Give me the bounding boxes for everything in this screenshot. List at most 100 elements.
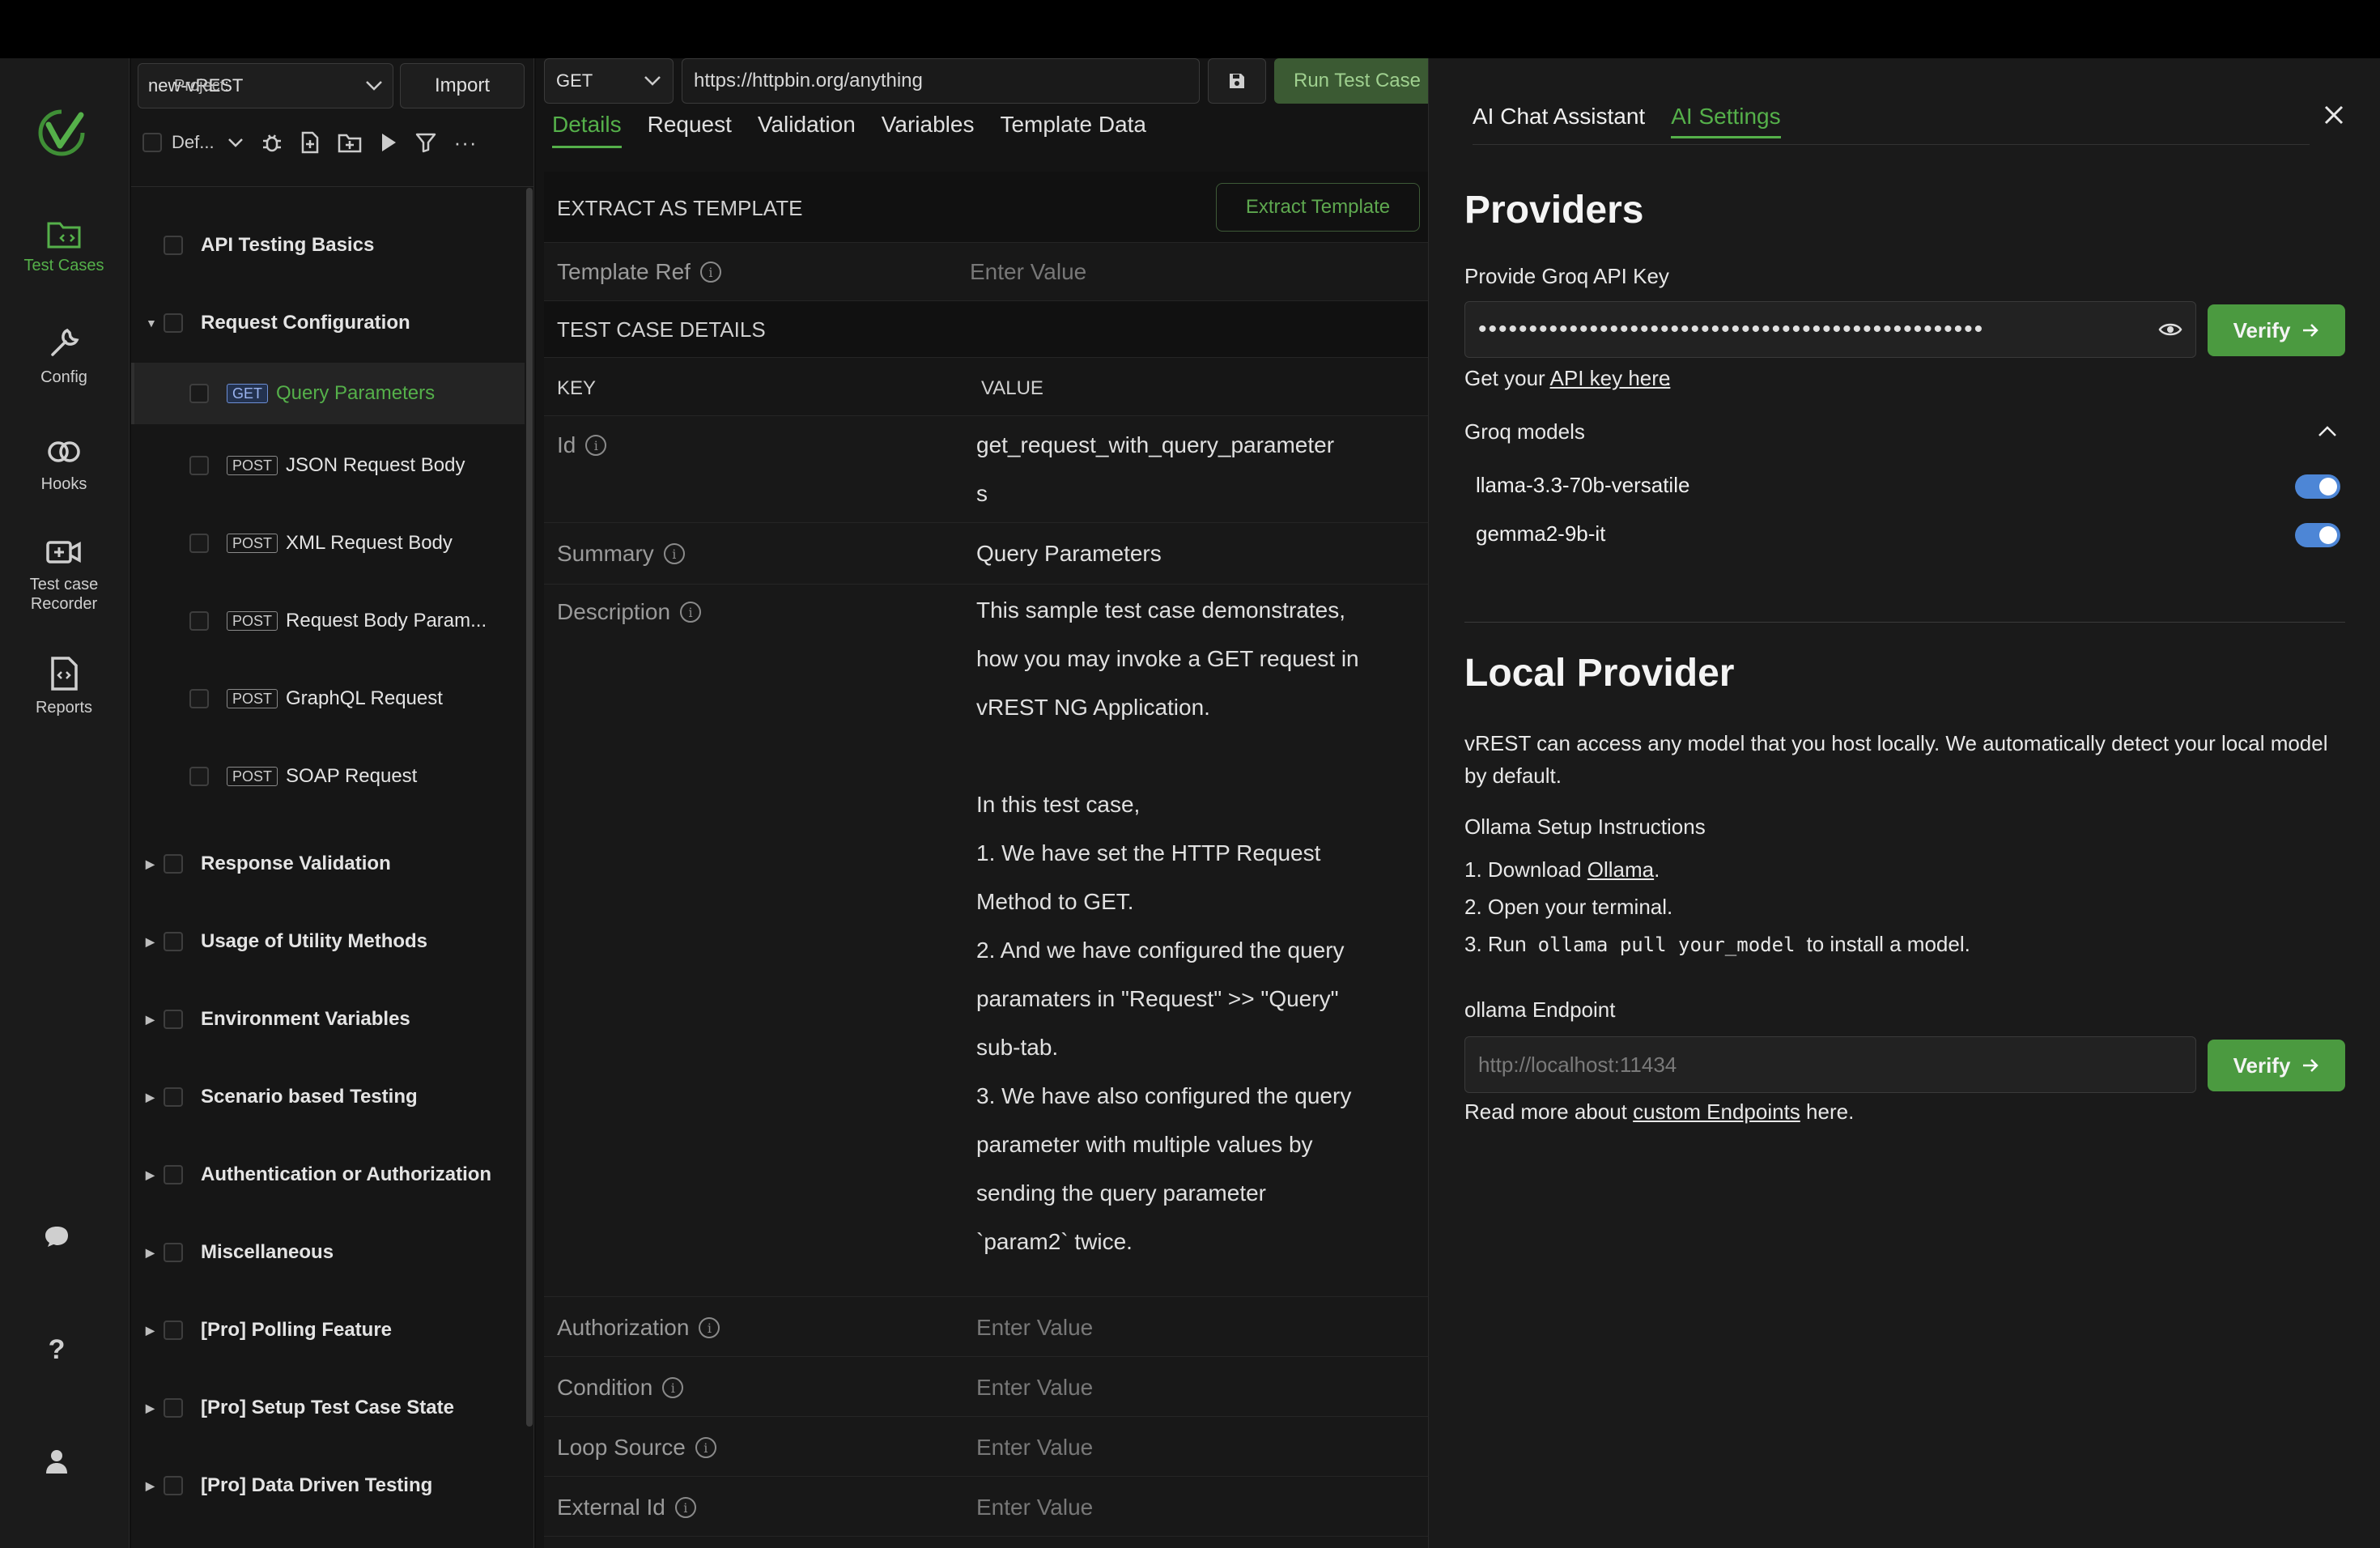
info-icon[interactable]: i [695, 1437, 716, 1458]
model-toggle[interactable] [2295, 523, 2340, 547]
caret-right-icon[interactable]: ▶ [146, 1401, 157, 1415]
template-ref-input[interactable]: Enter Value [970, 259, 1086, 285]
select-all-checkbox[interactable] [142, 133, 162, 152]
groq-api-key-input[interactable]: ••••••••••••••••••••••••••••••••••••••••… [1464, 301, 2196, 358]
tree-folder[interactable]: ▶ [Pro] Polling Feature [131, 1305, 525, 1355]
node-checkbox[interactable] [164, 1243, 183, 1262]
tree-folder[interactable]: ▶ Miscellaneous [131, 1227, 525, 1278]
ollama-link[interactable]: Ollama [1587, 857, 1654, 882]
tree-folder[interactable]: API Testing Basics [131, 220, 525, 270]
user-button[interactable] [0, 1448, 113, 1479]
description-value[interactable]: This sample test case demonstrates, how … [976, 586, 1405, 1266]
url-input[interactable]: https://httpbin.org/anything [682, 58, 1200, 104]
info-icon[interactable]: i [662, 1377, 684, 1398]
tree-folder[interactable]: ▶ Usage of Utility Methods [131, 916, 525, 967]
info-icon[interactable]: i [699, 1317, 720, 1338]
run-test-case-button[interactable]: Run Test Case [1274, 58, 1428, 104]
tree-scrollbar[interactable] [526, 188, 533, 1427]
external-id-input[interactable]: Enter Value [976, 1495, 1093, 1520]
id-value[interactable]: get_request_with_query_parameter [976, 432, 1334, 458]
play-icon[interactable] [380, 132, 397, 153]
api-key-link[interactable]: API key here [1550, 366, 1671, 390]
tree-folder[interactable]: ▶ Response Validation [131, 839, 525, 889]
node-checkbox[interactable] [164, 236, 183, 255]
node-checkbox[interactable] [164, 854, 183, 874]
tree-folder[interactable]: ▶ Authentication or Authorization [131, 1150, 525, 1200]
tab-template-data[interactable]: Template Data [1000, 112, 1146, 148]
tab-details[interactable]: Details [552, 112, 622, 148]
node-checkbox[interactable] [164, 1087, 183, 1107]
info-icon[interactable]: i [680, 602, 702, 623]
caret-right-icon[interactable]: ▶ [146, 1168, 157, 1182]
rail-item-hooks[interactable]: Hooks [0, 436, 128, 494]
rail-item-config[interactable]: Config [0, 325, 128, 387]
chat-button[interactable] [0, 1224, 113, 1252]
bug-icon[interactable] [261, 131, 283, 154]
summary-value[interactable]: Query Parameters [976, 541, 1162, 567]
model-toggle[interactable] [2295, 474, 2340, 499]
extract-template-button[interactable]: Extract Template [1216, 183, 1420, 232]
verify-groq-button[interactable]: Verify [2208, 304, 2345, 356]
rail-item-recorder[interactable]: Test case Recorder [0, 536, 128, 614]
loop-source-input[interactable]: Enter Value [976, 1435, 1093, 1461]
tree-test-case[interactable]: POST JSON Request Body [131, 440, 525, 491]
tab-validation[interactable]: Validation [758, 112, 856, 148]
node-checkbox[interactable] [189, 456, 209, 475]
tab-variables[interactable]: Variables [882, 112, 975, 148]
tree-test-case[interactable]: POST Request Body Param... [131, 596, 525, 646]
verify-ollama-button[interactable]: Verify [2208, 1040, 2345, 1091]
caret-down-icon[interactable]: ▼ [146, 317, 157, 330]
tree-test-case[interactable]: POST SOAP Request [131, 751, 525, 802]
save-button[interactable] [1208, 58, 1266, 104]
tree-folder[interactable]: ▶ Environment Variables [131, 994, 525, 1044]
node-checkbox[interactable] [189, 767, 209, 786]
help-button[interactable]: ? [0, 1334, 113, 1366]
node-checkbox[interactable] [189, 689, 209, 708]
filter-icon[interactable] [415, 132, 436, 153]
node-checkbox[interactable] [164, 932, 183, 951]
info-icon[interactable]: i [674, 1497, 696, 1518]
tree-folder[interactable]: ▶ [Pro] Setup Test Case State [131, 1383, 525, 1433]
more-options-icon[interactable]: ··· [454, 130, 478, 155]
condition-input[interactable]: Enter Value [976, 1375, 1093, 1401]
node-checkbox[interactable] [164, 1476, 183, 1495]
node-checkbox[interactable] [189, 384, 209, 403]
caret-right-icon[interactable]: ▶ [146, 1479, 157, 1493]
tree-test-case[interactable]: POST GraphQL Request [131, 674, 525, 724]
tree-folder[interactable]: ▶ Scenario based Testing [131, 1072, 525, 1122]
tree-test-case[interactable]: POST XML Request Body [131, 518, 525, 568]
add-file-icon[interactable] [300, 131, 320, 154]
caret-right-icon[interactable]: ▶ [146, 1013, 157, 1027]
info-icon[interactable]: i [585, 435, 607, 456]
tree-test-case[interactable]: GET Query Parameters [131, 363, 525, 424]
ollama-endpoint-input[interactable]: http://localhost:11434 [1464, 1036, 2196, 1093]
tab-request[interactable]: Request [648, 112, 732, 148]
caret-right-icon[interactable]: ▶ [146, 1324, 157, 1337]
add-folder-icon[interactable] [338, 132, 362, 153]
custom-endpoints-link[interactable]: custom Endpoints [1633, 1099, 1800, 1124]
filter-dropdown[interactable]: Def... [172, 132, 244, 153]
caret-right-icon[interactable]: ▶ [146, 1091, 157, 1104]
eye-icon[interactable] [2158, 321, 2182, 338]
caret-right-icon[interactable]: ▶ [146, 1246, 157, 1260]
close-icon[interactable] [2318, 99, 2350, 131]
tree-folder[interactable]: ▶ [Pro] Data Driven Testing [131, 1461, 525, 1511]
node-checkbox[interactable] [164, 1398, 183, 1418]
node-checkbox[interactable] [164, 313, 183, 333]
rail-item-reports[interactable]: Reports [0, 656, 128, 717]
node-checkbox[interactable] [189, 534, 209, 553]
info-icon[interactable]: i [663, 543, 685, 564]
http-method-select[interactable]: GET [544, 58, 674, 104]
caret-right-icon[interactable]: ▶ [146, 857, 157, 871]
caret-right-icon[interactable]: ▶ [146, 935, 157, 949]
node-checkbox[interactable] [164, 1010, 183, 1029]
node-checkbox[interactable] [189, 611, 209, 631]
chevron-up-icon[interactable] [2318, 424, 2337, 437]
import-button[interactable]: Import [400, 63, 525, 108]
rail-item-test-cases[interactable]: Test Cases [0, 217, 128, 275]
tab-ai-settings[interactable]: AI Settings [1671, 104, 1781, 138]
authorization-input[interactable]: Enter Value [976, 1315, 1093, 1341]
project-select[interactable]: Project: new-vREST [138, 63, 393, 108]
tree-folder[interactable]: ▼ Request Configuration [131, 298, 525, 348]
node-checkbox[interactable] [164, 1165, 183, 1184]
